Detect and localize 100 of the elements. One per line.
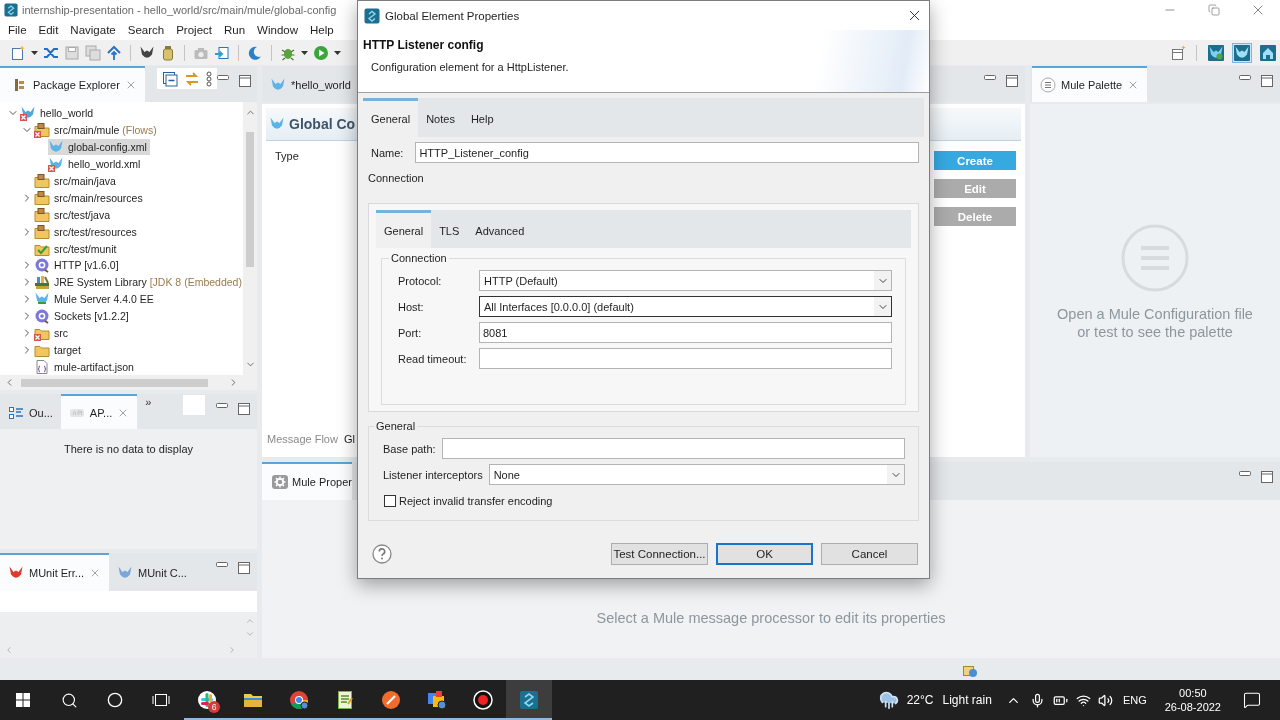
text-field[interactable]: HTTP_Listener_config (415, 142, 919, 163)
speaker-icon[interactable] (1097, 692, 1113, 708)
menu-item[interactable]: Help (304, 24, 340, 36)
horizontal-scrollbar[interactable] (0, 375, 257, 390)
menu-item[interactable]: Run (218, 24, 252, 36)
minimize-icon[interactable] (1239, 75, 1251, 80)
editor-page-tab[interactable]: Gl (343, 433, 355, 445)
dialog-tab[interactable]: Advanced (467, 210, 533, 248)
view-tab[interactable]: MUnit C... (109, 553, 195, 591)
tree-item[interactable]: Sockets [v1.2.2] (34, 308, 132, 325)
checkbox[interactable] (384, 495, 396, 507)
maximize-icon[interactable] (238, 562, 250, 574)
text-field[interactable] (441, 438, 905, 459)
caret-icon[interactable] (301, 50, 308, 55)
view-tab[interactable]: Mule Palette (1032, 66, 1148, 102)
tree-item[interactable]: src/test/resources (34, 223, 140, 240)
dropdown[interactable]: None (488, 464, 905, 485)
text-field[interactable]: 8081 (479, 322, 892, 343)
tree-item[interactable]: hello_world (20, 105, 97, 122)
circle-icon[interactable] (107, 692, 123, 708)
caret-icon[interactable] (31, 50, 38, 55)
weather-icon[interactable] (878, 690, 899, 710)
tree-item[interactable]: src/test/java (34, 206, 114, 223)
menu-item[interactable]: Edit (32, 24, 65, 36)
scrollbar-thumb[interactable] (21, 378, 208, 387)
link-arrows-icon[interactable] (183, 70, 200, 87)
house-arrow-icon[interactable] (106, 44, 122, 61)
dropdown[interactable]: All Interfaces [0.0.0.0] (default) (479, 296, 892, 317)
text-field[interactable] (479, 348, 892, 369)
windows-logo-icon[interactable] (15, 692, 31, 708)
dialog-button[interactable]: Cancel (821, 543, 918, 565)
outline-icon (8, 404, 24, 421)
tree-item[interactable]: src (34, 325, 71, 341)
dialog-tab[interactable]: Notes (418, 98, 463, 137)
import-icon[interactable] (214, 44, 230, 61)
maximize-icon[interactable] (1006, 75, 1018, 87)
mule-debug-perspective-icon[interactable] (1208, 44, 1224, 61)
tree-item[interactable]: src/main/java (34, 173, 119, 189)
tree-item[interactable]: JRE System Library [JDK 8 (Embedded) (34, 274, 243, 291)
view-tab[interactable]: AP... (60, 394, 138, 429)
mule-perspective-icon[interactable] (1234, 44, 1250, 61)
vertical-scrollbar[interactable] (243, 102, 257, 375)
minimize-icon[interactable] (216, 403, 228, 408)
moon-icon[interactable] (247, 44, 263, 61)
editor-page-tab[interactable]: Message Flow (267, 433, 338, 445)
dialog-tab[interactable]: TLS (431, 210, 468, 248)
save-icon[interactable] (64, 44, 80, 61)
minimize-icon[interactable] (216, 562, 228, 567)
editor-tab[interactable]: *hello_world (262, 66, 359, 102)
task-view-icon[interactable] (152, 692, 170, 708)
dialog-button[interactable]: Test Connection... (611, 543, 708, 565)
tree-item[interactable]: HTTP [v1.6.0] (34, 257, 122, 274)
tree-item[interactable]: hello_world.xml (48, 156, 144, 173)
maximize-icon[interactable] (1261, 75, 1273, 87)
overflow-chevron[interactable]: » (137, 394, 152, 429)
minimize-icon[interactable] (1239, 471, 1251, 476)
tree-item[interactable]: mule-artifact.json (34, 358, 137, 375)
view-tab[interactable]: Mule Proper (262, 462, 352, 500)
caret-icon[interactable] (334, 50, 341, 55)
dialog-button[interactable]: OK (716, 543, 813, 565)
menu-item[interactable]: Navigate (64, 24, 122, 36)
tree-item[interactable]: target (34, 341, 84, 358)
open-perspective-icon[interactable] (1171, 44, 1187, 61)
view-tab[interactable]: Package Explorer (0, 66, 145, 102)
tree-item[interactable]: src/main/mule (Flows) (34, 122, 160, 139)
maximize-icon[interactable] (1261, 471, 1273, 483)
run-icon[interactable] (313, 44, 329, 61)
maximize-icon[interactable] (238, 403, 250, 415)
tree-item[interactable]: global-config.xml (48, 139, 150, 156)
wifi-icon[interactable] (1075, 692, 1091, 708)
menu-item[interactable]: Window (251, 24, 304, 36)
dialog-tab[interactable]: Help (462, 98, 502, 137)
minimize-icon[interactable] (216, 75, 229, 80)
microphone-icon[interactable] (1029, 692, 1045, 708)
view-tab[interactable]: MUnit Err... (0, 553, 109, 591)
collapse-all-icon[interactable] (161, 70, 178, 87)
dialog-tab[interactable]: General (376, 210, 432, 248)
menu-item[interactable]: File (2, 24, 33, 36)
dropdown[interactable]: HTTP (Default) (479, 270, 892, 291)
help-icon[interactable] (372, 544, 392, 564)
tree-item[interactable]: src/test/munit (34, 240, 120, 257)
bottle-icon[interactable] (160, 44, 176, 61)
minimize-icon[interactable] (984, 75, 996, 80)
dialog-tab[interactable]: General (363, 98, 419, 137)
section-label: Connection (367, 172, 424, 186)
scrollbar-thumb[interactable] (246, 132, 254, 267)
browser-app-icon (289, 690, 309, 710)
tree-item[interactable]: Mule Server 4.4.0 EE (34, 291, 157, 308)
menu-item[interactable]: Search (121, 24, 171, 36)
new-document-icon[interactable] (10, 44, 26, 61)
taskbar-app-button[interactable]: 6 (184, 680, 230, 720)
input-language[interactable]: ENG (1122, 694, 1147, 706)
view-menu-icon[interactable] (205, 70, 212, 87)
notifications-icon[interactable] (1243, 691, 1261, 709)
menu-item[interactable]: Project (170, 24, 218, 36)
view-tab[interactable]: Ou... (0, 394, 61, 429)
house-perspective-icon[interactable] (1260, 44, 1276, 61)
maximize-icon[interactable] (238, 75, 251, 87)
search-icon[interactable] (60, 691, 78, 709)
tree-item[interactable]: src/main/resources (34, 189, 146, 206)
